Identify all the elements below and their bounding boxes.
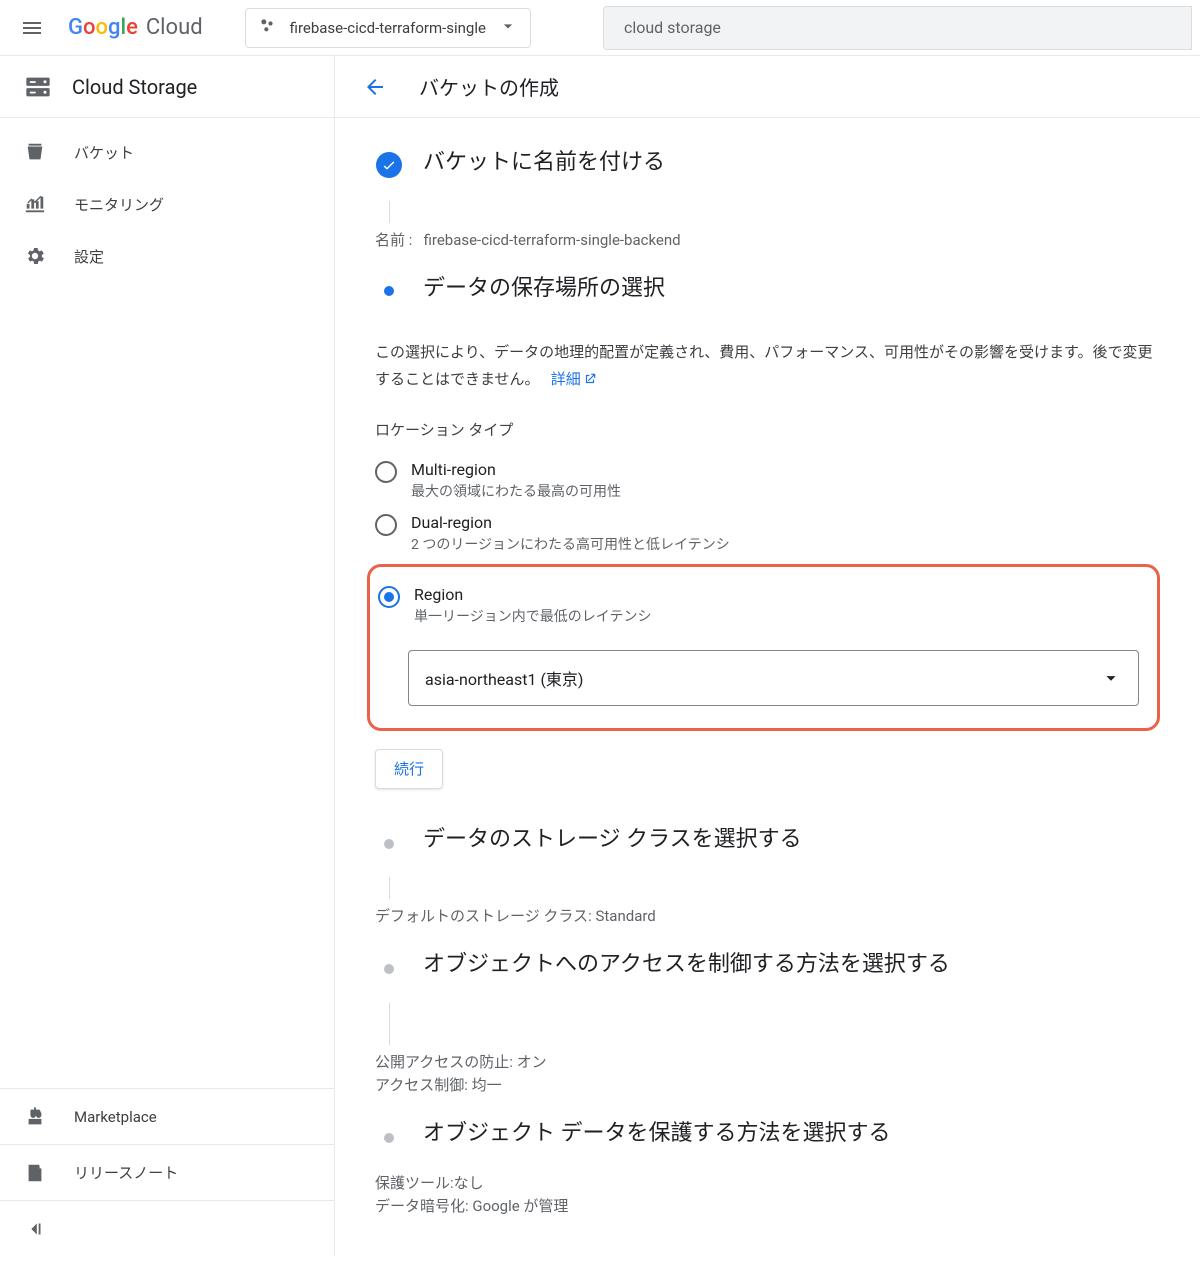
sidebar: Cloud Storage バケット モニタリング 設定 Marketplace [0, 56, 335, 1256]
radio-icon [375, 461, 397, 483]
bucket-icon [24, 141, 46, 163]
step-4-summary-1: 公開アクセスの防止: オン [375, 1051, 1160, 1072]
top-bar: Google Cloud firebase-cicd-terraform-sin… [0, 0, 1200, 56]
dropdown-icon [1100, 667, 1122, 689]
sidebar-item-label: Marketplace [74, 1108, 157, 1126]
logo-suffix: Cloud [146, 15, 203, 40]
project-picker[interactable]: firebase-cicd-terraform-single [245, 8, 531, 48]
search-input[interactable]: cloud storage [603, 6, 1192, 50]
step-1-summary: 名前 : firebase-cicd-terraform-single-back… [375, 229, 1160, 250]
step-storage-class: データのストレージ クラスを選択する [375, 825, 1160, 862]
radio-icon [375, 514, 397, 536]
sidebar-item-label: リリースノート [74, 1162, 178, 1183]
step-5-summary-1: 保護ツール:なし [375, 1172, 1160, 1193]
step-location: データの保存場所の選択 [375, 274, 1160, 311]
region-select[interactable]: asia-northeast1 (東京) [408, 650, 1139, 706]
radio-region[interactable]: Region 単一リージョン内で最低のレイテンシ [378, 579, 1139, 632]
sidebar-item-label: モニタリング [74, 194, 164, 215]
step-pending-icon [384, 839, 394, 849]
search-text: cloud storage [624, 18, 721, 37]
back-button[interactable] [355, 67, 395, 107]
step-name: バケットに名前を付ける [375, 148, 1160, 185]
radio-multi-region[interactable]: Multi-region 最大の領域にわたる最高の可用性 [375, 454, 1160, 507]
menu-icon [20, 16, 44, 40]
step-protection: オブジェクト データを保護する方法を選択する [375, 1119, 1160, 1156]
details-link[interactable]: 詳細 [551, 370, 597, 388]
radio-dual-region[interactable]: Dual-region 2 つのリージョンにわたる高可用性と低レイテンシ [375, 507, 1160, 560]
step-access-control: オブジェクトへのアクセスを制御する方法を選択する [375, 950, 1160, 987]
sidebar-title: Cloud Storage [72, 75, 197, 99]
main-header: バケットの作成 [335, 56, 1200, 118]
step-2-description: この選択により、データの地理的配置が定義され、費用、パフォーマンス、可用性がその… [375, 339, 1160, 395]
step-5-title[interactable]: オブジェクト データを保護する方法を選択する [423, 1119, 1160, 1150]
sidebar-header[interactable]: Cloud Storage [0, 56, 334, 118]
step-2-title[interactable]: データの保存場所の選択 [423, 274, 1160, 305]
location-type-radio-group: Multi-region 最大の領域にわたる最高の可用性 Dual-region… [375, 454, 1160, 731]
continue-button[interactable]: 続行 [375, 749, 443, 789]
radio-icon-selected [378, 586, 400, 608]
region-select-value: asia-northeast1 (東京) [425, 666, 584, 690]
hamburger-menu-button[interactable] [8, 4, 56, 52]
sidebar-item-label: バケット [74, 142, 134, 163]
sidebar-item-marketplace[interactable]: Marketplace [0, 1088, 334, 1144]
step-1-title[interactable]: バケットに名前を付ける [423, 148, 1160, 179]
back-arrow-icon [363, 75, 387, 99]
dropdown-icon [498, 16, 518, 40]
sidebar-item-buckets[interactable]: バケット [0, 126, 334, 178]
sidebar-item-settings[interactable]: 設定 [0, 230, 334, 282]
sidebar-item-release-notes[interactable]: リリースノート [0, 1144, 334, 1200]
sidebar-collapse-button[interactable] [0, 1200, 334, 1256]
release-notes-icon [24, 1162, 46, 1184]
main-area: バケットの作成 バケットに名前を付ける 名前 : fire [335, 56, 1200, 1256]
external-link-icon [583, 368, 597, 395]
region-highlight-box: Region 単一リージョン内で最低のレイテンシ asia-northeast1… [367, 564, 1160, 731]
sidebar-item-monitoring[interactable]: モニタリング [0, 178, 334, 230]
gear-icon [24, 245, 46, 267]
google-cloud-logo[interactable]: Google Cloud [68, 15, 203, 40]
step-pending-icon [384, 964, 394, 974]
monitoring-icon [24, 193, 46, 215]
page-title: バケットの作成 [419, 72, 559, 101]
step-active-icon [384, 286, 394, 296]
step-5-summary-2: データ暗号化: Google が管理 [375, 1195, 1160, 1216]
step-3-summary: デフォルトのストレージ クラス: Standard [375, 905, 1160, 926]
step-complete-icon [376, 152, 402, 178]
step-4-title[interactable]: オブジェクトへのアクセスを制御する方法を選択する [423, 950, 1160, 981]
step-3-title[interactable]: データのストレージ クラスを選択する [423, 825, 1160, 856]
step-4-summary-2: アクセス制御: 均一 [375, 1074, 1160, 1095]
step-pending-icon [384, 1133, 394, 1143]
project-picker-name: firebase-cicd-terraform-single [290, 19, 486, 37]
sidebar-item-label: 設定 [74, 246, 104, 267]
location-type-label: ロケーション タイプ [375, 419, 1160, 440]
cloud-storage-icon [24, 73, 52, 101]
marketplace-icon [24, 1106, 46, 1128]
collapse-icon [24, 1218, 46, 1240]
project-picker-icon [258, 16, 278, 40]
